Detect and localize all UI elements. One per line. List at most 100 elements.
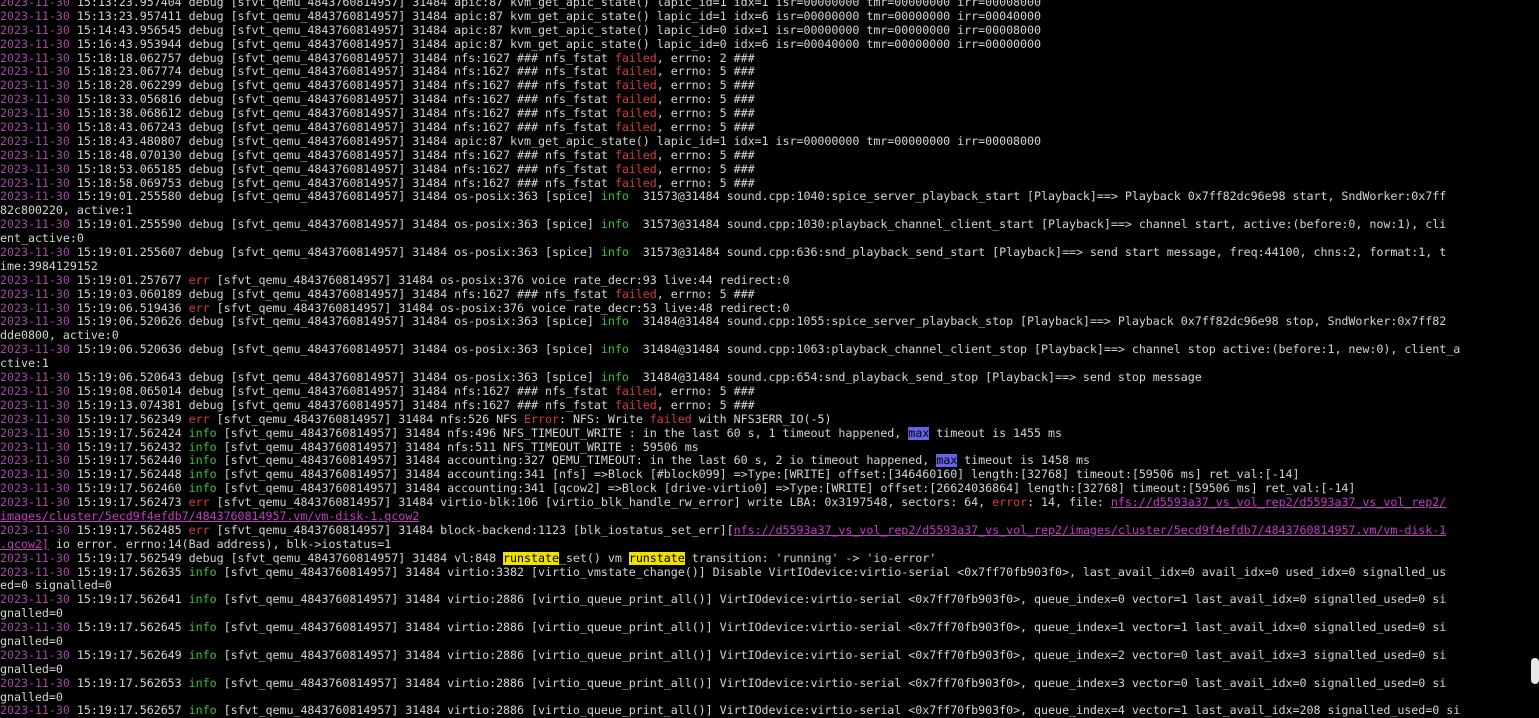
log-line: 2023-11-30 15:18:38.068612 debug [sfvt_q…	[0, 107, 1530, 121]
log-line: 2023-11-30 15:19:06.519436 err [sfvt_qem…	[0, 302, 1530, 316]
log-text: 15:19:08.065014 debug [sfvt_qemu_4843760…	[69, 384, 615, 398]
log-date: 2023-11-30	[0, 51, 70, 65]
log-line: 2023-11-30 15:18:58.069753 debug [sfvt_q…	[0, 177, 1530, 191]
log-text: [sfvt_qemu_4843760814957] 31484 virtio:2…	[216, 593, 1447, 607]
error-keyword: failed	[614, 121, 657, 135]
log-line: 2023-11-30 15:18:43.067243 debug [sfvt_q…	[0, 121, 1530, 135]
error-keyword: failed	[614, 384, 657, 398]
log-date: 2023-11-30	[0, 426, 70, 440]
log-line: .qcow2] io error. errno:14(Bad address),…	[0, 538, 1530, 552]
log-text: 15:19:17.562549 debug [sfvt_qemu_4843760…	[69, 551, 504, 565]
terminal-output[interactable]: 2023-11-30 15:13:23.957404 debug [sfvt_q…	[0, 0, 1530, 718]
log-text: 15:13:23.957411 debug [sfvt_qemu_4843760…	[69, 9, 1041, 23]
log-level-info: info	[188, 593, 217, 607]
file-link[interactable]: .qcow2]	[0, 538, 49, 551]
log-text: 31573@31484 sound.cpp:1040:spice_server_…	[628, 190, 1447, 204]
log-text: 31484@31484 sound.cpp:1055:spice_server_…	[628, 315, 1447, 329]
log-text: 15:13:23.957404 debug [sfvt_qemu_4843760…	[69, 0, 1041, 9]
log-date: 2023-11-30	[0, 621, 70, 635]
log-text: ed=0 signalled=0	[0, 579, 112, 593]
log-date: 2023-11-30	[0, 482, 70, 496]
log-line: 2023-11-30 15:19:17.562349 err [sfvt_qem…	[0, 413, 1530, 427]
log-text: 15:19:17.562645	[69, 621, 189, 635]
log-level-info: info	[188, 648, 217, 662]
log-text: 15:19:17.562432	[69, 440, 189, 454]
error-keyword: failed	[614, 65, 657, 79]
log-text: with NFS3ERR_IO(-5)	[691, 412, 832, 426]
log-text: , errno: 2 ###	[656, 51, 755, 65]
log-level-info: info	[600, 343, 629, 357]
log-level-info: info	[188, 676, 217, 690]
log-date: 2023-11-30	[0, 190, 70, 204]
log-text: 15:19:17.562641	[69, 593, 189, 607]
log-line: 2023-11-30 15:18:28.062299 debug [sfvt_q…	[0, 79, 1530, 93]
search-highlight: runstate	[503, 551, 559, 565]
error-keyword: failed	[614, 51, 657, 65]
log-line: 2023-11-30 15:19:01.257677 err [sfvt_qem…	[0, 274, 1530, 288]
error-keyword: failed	[614, 93, 657, 107]
log-level-err: err	[188, 412, 210, 426]
log-text: ctive:1	[0, 357, 49, 371]
log-date: 2023-11-30	[0, 176, 70, 190]
log-line: gnalled=0	[0, 635, 1530, 649]
log-date: 2023-11-30	[0, 9, 70, 23]
log-text: [sfvt_qemu_4843760814957] 31484 nfs:526 …	[209, 412, 525, 426]
log-text: , errno: 5 ###	[656, 287, 755, 301]
log-text: [sfvt_qemu_4843760814957] 31484 os-posix…	[209, 301, 790, 315]
log-line: ent_active:0	[0, 232, 1530, 246]
log-level-info: info	[188, 454, 217, 468]
log-line: gnalled=0	[0, 691, 1530, 705]
log-date: 2023-11-30	[0, 315, 70, 329]
log-line: 2023-11-30 15:19:17.562424 info [sfvt_qe…	[0, 426, 1530, 441]
log-date: 2023-11-30	[0, 287, 70, 301]
error-keyword: failed	[614, 398, 657, 412]
log-text: [sfvt_qemu_4843760814957] 31484 virtio:2…	[216, 676, 1447, 690]
log-text: , errno: 5 ###	[656, 398, 755, 412]
log-level-info: info	[600, 246, 629, 260]
log-line: images/cluster/5ecd9f4efdb7/484376081495…	[0, 510, 1530, 524]
log-date: 2023-11-30	[0, 246, 70, 260]
log-date: 2023-11-30	[0, 107, 70, 121]
log-line: 2023-11-30 15:19:17.562641 info [sfvt_qe…	[0, 593, 1530, 607]
log-text: 15:19:17.562448	[69, 468, 189, 482]
log-text: 15:19:06.520636 debug [sfvt_qemu_4843760…	[69, 343, 601, 357]
scrollbar-thumb[interactable]	[1531, 658, 1539, 684]
log-date: 2023-11-30	[0, 343, 70, 357]
log-line: ctive:1	[0, 357, 1530, 371]
log-line: 2023-11-30 15:19:17.562440 info [sfvt_qe…	[0, 454, 1530, 468]
log-text: , errno: 5 ###	[656, 121, 755, 135]
log-level-info: info	[600, 315, 629, 329]
log-line: 2023-11-30 15:19:17.562448 info [sfvt_qe…	[0, 468, 1530, 482]
log-line: 2023-11-30 15:19:17.562460 info [sfvt_qe…	[0, 482, 1530, 496]
log-text: [sfvt_qemu_4843760814957] 31484 virtio:3…	[216, 565, 1447, 579]
log-date: 2023-11-30	[0, 496, 70, 510]
log-line: 2023-11-30 15:19:06.520643 debug [sfvt_q…	[0, 371, 1530, 385]
log-text: , errno: 5 ###	[656, 79, 755, 93]
file-link[interactable]: nfs://d5593a37_vs_vol_rep2/d5593a37_vs_v…	[734, 524, 1447, 537]
log-text: [sfvt_qemu_4843760814957] 31484 virtio-b…	[209, 496, 993, 510]
log-text: 15:18:53.065185 debug [sfvt_qemu_4843760…	[69, 162, 615, 176]
log-text: [sfvt_qemu_4843760814957] 31484 accounti…	[216, 482, 1356, 496]
log-text: , errno: 5 ###	[656, 93, 755, 107]
error-keyword: failed	[614, 79, 657, 93]
log-line: 2023-11-30 15:19:01.255590 debug [sfvt_q…	[0, 218, 1530, 232]
log-text: 15:19:17.562635	[69, 565, 189, 579]
log-date: 2023-11-30	[0, 454, 70, 468]
log-date: 2023-11-30	[0, 565, 70, 579]
vertical-scrollbar[interactable]	[1530, 0, 1539, 718]
file-link[interactable]: nfs://d5593a37_vs_vol_rep2/d5593a37_vs_v…	[1111, 496, 1446, 509]
log-date: 2023-11-30	[0, 468, 70, 482]
log-text: timeout is 1455 ms	[929, 426, 1062, 440]
log-text: 31573@31484 sound.cpp:636:snd_playback_s…	[628, 246, 1447, 260]
log-text: 15:19:17.562460	[69, 482, 189, 496]
log-line: 2023-11-30 15:19:17.562657 info [sfvt_qe…	[0, 704, 1530, 718]
log-text: 15:19:17.562649	[69, 648, 189, 662]
search-highlight: runstate	[628, 551, 685, 565]
log-text: [sfvt_qemu_4843760814957] 31484 virtio:2…	[216, 648, 1447, 662]
log-date: 2023-11-30	[0, 593, 70, 607]
log-line: 2023-11-30 15:14:43.956545 debug [sfvt_q…	[0, 24, 1530, 38]
log-level-info: info	[188, 440, 217, 454]
file-link[interactable]: images/cluster/5ecd9f4efdb7/484376081495…	[0, 510, 419, 523]
log-line: 2023-11-30 15:16:43.953944 debug [sfvt_q…	[0, 38, 1530, 52]
log-level-info: info	[188, 621, 217, 635]
